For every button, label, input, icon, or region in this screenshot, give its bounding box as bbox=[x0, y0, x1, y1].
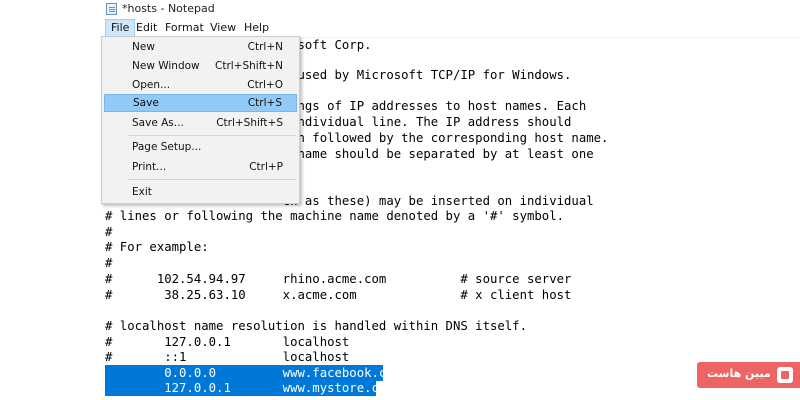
selected-line: 127.0.0.1 www.mystore.com bbox=[105, 380, 394, 396]
notepad-window: *hosts - Notepad File Edit Format View H… bbox=[0, 0, 800, 400]
window-title: *hosts - Notepad bbox=[122, 2, 215, 15]
editor-line: # localhost name resolution is handled w… bbox=[105, 319, 527, 333]
menu-item-save[interactable]: Save Ctrl+S bbox=[104, 94, 297, 112]
editor-line: # ::1 localhost bbox=[105, 350, 350, 364]
editor-line: # 38.25.63.10 x.acme.com # x client host bbox=[105, 288, 572, 302]
menu-item-page-setup[interactable]: Page Setup... bbox=[104, 138, 297, 156]
watermark-text: مبین هاست bbox=[707, 367, 771, 380]
menu-separator bbox=[128, 135, 296, 136]
menu-item-open[interactable]: Open... Ctrl+O bbox=[104, 76, 297, 94]
editor-line: # bbox=[105, 256, 113, 270]
editor-line: # bbox=[105, 225, 113, 239]
editor-line: # lines or following the machine name de… bbox=[105, 209, 565, 223]
brand-icon bbox=[777, 367, 793, 383]
menu-edit[interactable]: Edit bbox=[131, 19, 162, 37]
editor-line: # 127.0.0.1 localhost bbox=[105, 335, 350, 349]
menu-item-new[interactable]: New Ctrl+N bbox=[104, 38, 297, 56]
menu-separator bbox=[128, 179, 296, 180]
menu-bar: File Edit Format View Help bbox=[100, 19, 800, 37]
menu-view[interactable]: View bbox=[205, 19, 241, 37]
menu-item-print[interactable]: Print... Ctrl+P bbox=[104, 158, 297, 176]
file-menu-dropdown: New Ctrl+N New Window Ctrl+Shift+N Open.… bbox=[101, 36, 300, 204]
menu-item-exit[interactable]: Exit bbox=[104, 183, 297, 201]
selected-line: 0.0.0.0 www.facebook.com bbox=[105, 365, 402, 381]
editor-line: # For example: bbox=[105, 240, 209, 254]
menu-item-new-window[interactable]: New Window Ctrl+Shift+N bbox=[104, 57, 297, 75]
menu-help[interactable]: Help bbox=[239, 19, 274, 37]
title-bar[interactable]: *hosts - Notepad bbox=[0, 0, 800, 19]
notepad-icon bbox=[106, 3, 117, 15]
menu-format[interactable]: Format bbox=[160, 19, 209, 37]
menu-item-save-as[interactable]: Save As... Ctrl+Shift+S bbox=[104, 114, 297, 132]
editor-line: # 102.54.94.97 rhino.acme.com # source s… bbox=[105, 272, 572, 286]
watermark-logo: مبین هاست bbox=[697, 362, 800, 388]
